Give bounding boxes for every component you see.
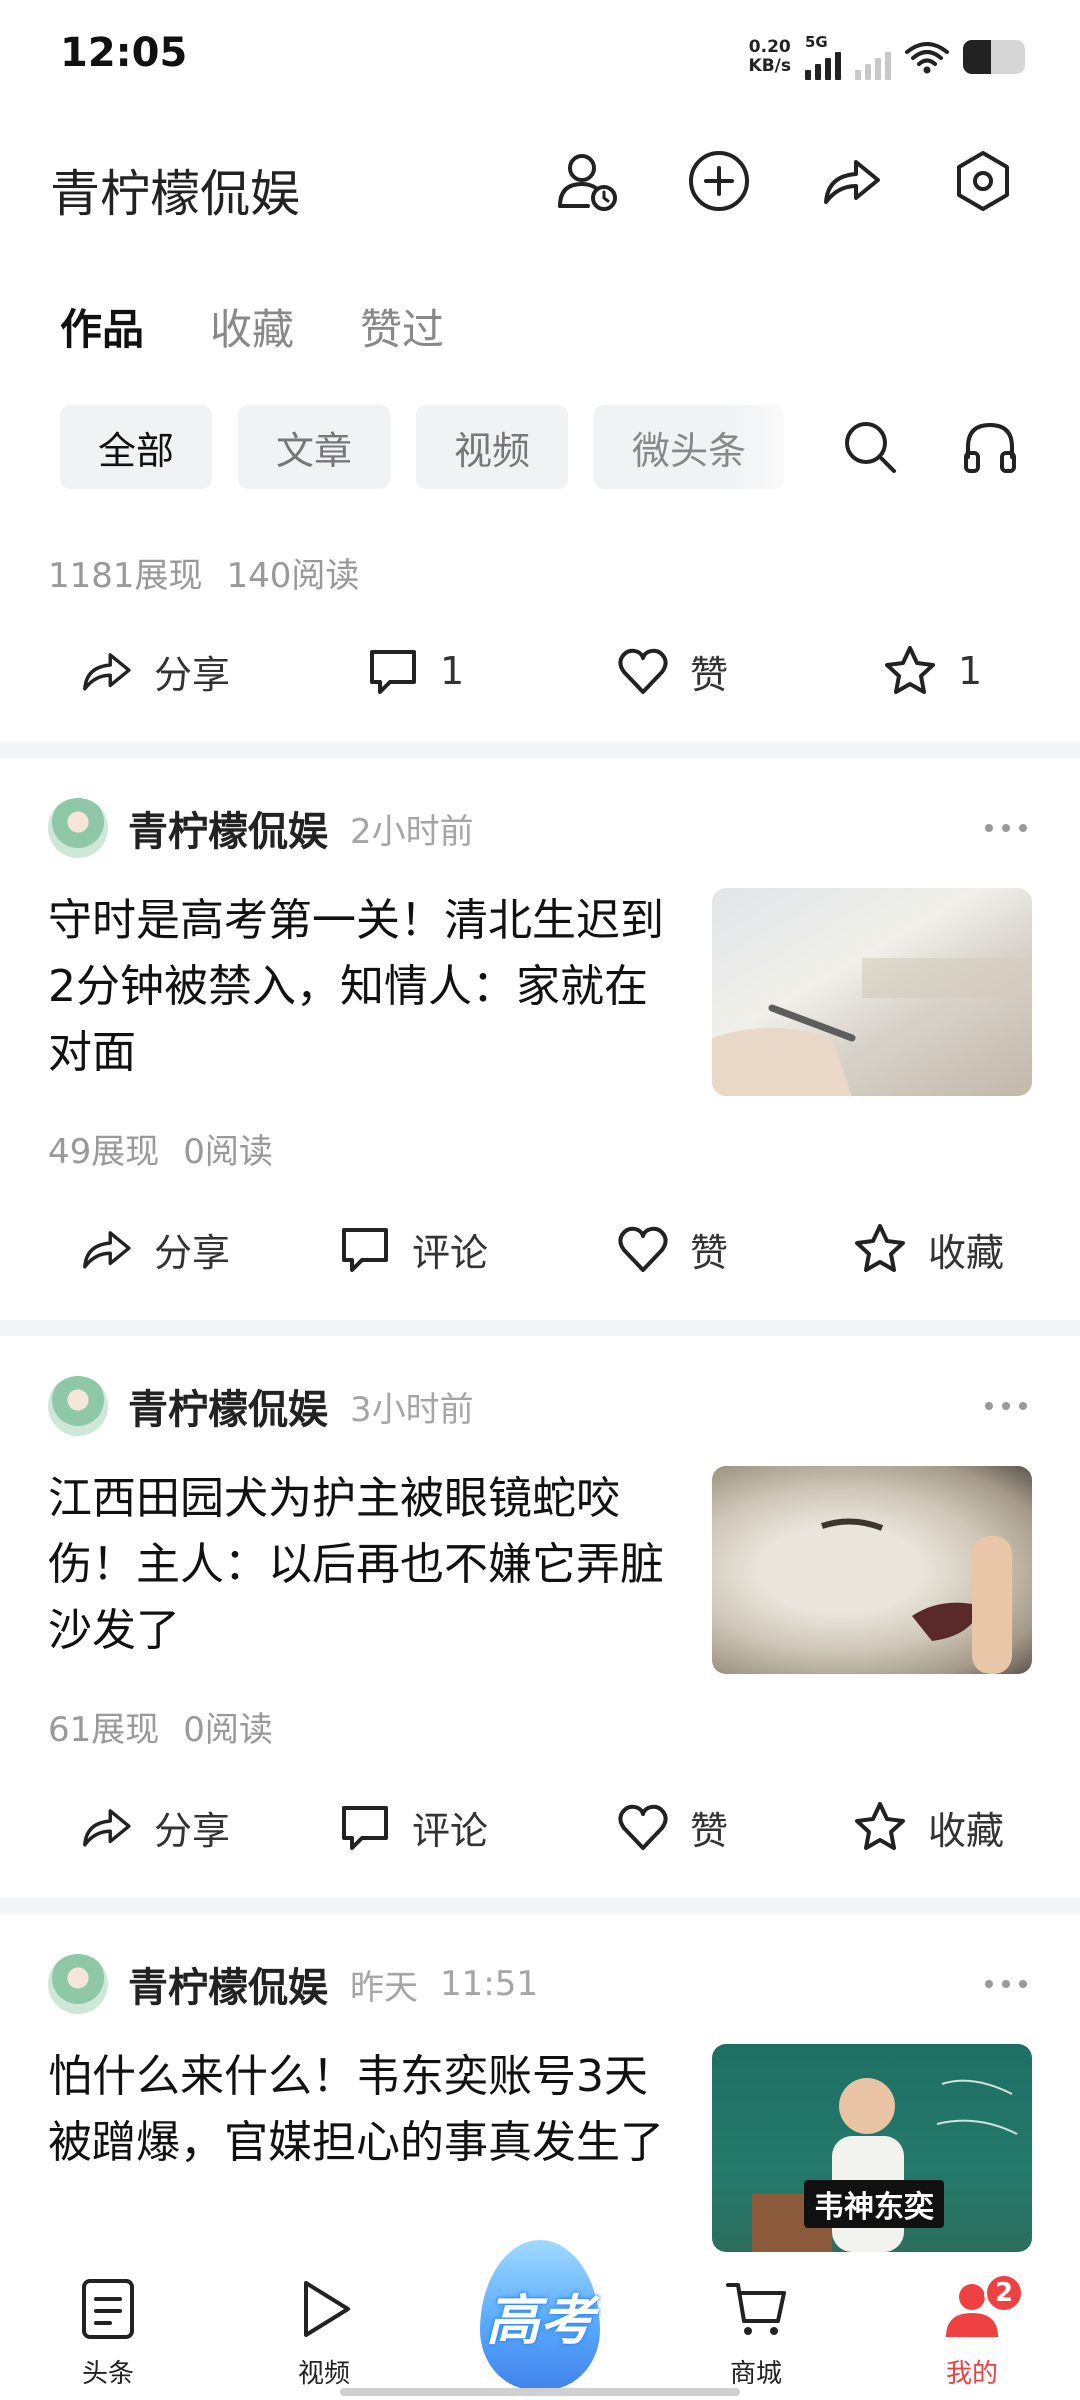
post-thumbnail[interactable]	[712, 1466, 1032, 1674]
tab-collections[interactable]: 收藏	[210, 296, 294, 357]
network-speed: 0.20 KB/s	[748, 37, 791, 76]
profile-name: 青柠檬侃娱	[50, 165, 300, 223]
post-author-row[interactable]: 青柠檬侃娱 3小时前	[48, 1374, 474, 1438]
nav-video[interactable]: 视频	[254, 2255, 394, 2400]
thumbnail-caption: 韦神东奕	[804, 2180, 944, 2228]
comment-icon	[370, 650, 416, 694]
post-author-row[interactable]: 青柠檬侃娱 昨天 11:51	[48, 1952, 538, 2016]
star-icon	[855, 1224, 905, 1272]
tab-liked[interactable]: 赞过	[360, 296, 444, 357]
home-indicator[interactable]	[340, 2388, 740, 2396]
comment-icon	[342, 1228, 388, 1272]
filter-articles[interactable]: 文章	[238, 405, 391, 489]
cart-icon	[721, 2269, 791, 2349]
star-icon	[855, 1802, 905, 1850]
post-stats: 61展现 0阅读	[48, 1710, 273, 1750]
signal-5g-icon: 5G	[805, 34, 841, 80]
comment-button[interactable]: 评论	[338, 1782, 488, 1872]
favorite-button[interactable]: 收藏	[852, 1204, 1004, 1294]
filter-micro-posts[interactable]: 微头条	[594, 405, 785, 489]
visitor-history-icon[interactable]	[552, 146, 622, 216]
post-actions: 分享 评论 赞 收藏	[0, 1204, 1080, 1294]
post-title[interactable]: 怕什么来什么！韦东奕账号3天被蹭爆，官媒担心的事真发生了	[48, 2044, 678, 2176]
heart-icon	[618, 648, 668, 694]
settings-hexagon-icon[interactable]	[948, 146, 1018, 216]
signal-secondary-icon: _	[855, 34, 891, 80]
play-icon	[289, 2269, 359, 2349]
battery-icon	[963, 40, 1025, 74]
filter-all[interactable]: 全部	[60, 405, 213, 489]
share-button[interactable]: 分享	[78, 1782, 230, 1872]
share-button[interactable]: 分享	[78, 626, 230, 716]
post-author-row[interactable]: 青柠檬侃娱 2小时前	[48, 796, 474, 860]
more-options-icon[interactable]	[976, 1386, 1036, 1426]
comment-icon	[342, 1806, 388, 1850]
post-stats: 49展现 0阅读	[48, 1132, 273, 1172]
filter-chips: 全部 文章 视频 微头条	[60, 405, 785, 489]
tab-works[interactable]: 作品	[60, 296, 144, 357]
section-divider	[0, 1898, 1080, 1914]
headphones-icon[interactable]	[955, 412, 1025, 482]
post-title[interactable]: 江西田园犬为护主被眼镜蛇咬伤！主人：以后再也不嫌它弄脏沙发了	[48, 1466, 678, 1664]
post-thumbnail[interactable]: 韦神东奕	[712, 2044, 1032, 2252]
nav-headlines[interactable]: 头条	[38, 2255, 178, 2400]
post-thumbnail[interactable]	[712, 888, 1032, 1096]
star-icon	[885, 646, 935, 694]
notification-badge: 2	[984, 2273, 1024, 2313]
favorite-button[interactable]: 收藏	[852, 1782, 1004, 1872]
nav-me[interactable]: 我的 2	[902, 2255, 1042, 2400]
post-actions: 分享 评论 赞 收藏	[0, 1782, 1080, 1872]
more-options-icon[interactable]	[976, 1964, 1036, 2004]
more-options-icon[interactable]	[976, 808, 1036, 848]
like-button[interactable]: 赞	[616, 1782, 728, 1872]
add-circle-icon[interactable]	[684, 146, 754, 216]
nav-mall[interactable]: 商城	[686, 2255, 826, 2400]
post-title[interactable]: 守时是高考第一关！清北生迟到2分钟被禁入，知情人：家就在对面	[48, 888, 678, 1086]
share-icon[interactable]	[816, 146, 886, 216]
like-button[interactable]: 赞	[616, 1204, 728, 1294]
post-actions: 分享 1 赞 1	[0, 626, 1080, 716]
section-divider	[0, 742, 1080, 758]
avatar[interactable]	[48, 798, 108, 858]
share-icon	[83, 1231, 131, 1269]
comment-button[interactable]: 评论	[338, 1204, 488, 1294]
post-stats: 1181展现 140阅读	[48, 556, 360, 596]
gaokao-center-button[interactable]: 高考	[470, 2240, 610, 2390]
profile-header: 青柠檬侃娱	[0, 130, 1080, 230]
section-divider	[0, 1320, 1080, 1336]
comment-button[interactable]: 1	[366, 626, 464, 716]
content-tabs: 作品 收藏 赞过	[60, 296, 444, 357]
filter-videos[interactable]: 视频	[416, 405, 569, 489]
share-button[interactable]: 分享	[78, 1204, 230, 1294]
news-doc-icon	[73, 2269, 143, 2349]
status-icons: 0.20 KB/s 5G _	[749, 34, 1025, 80]
avatar[interactable]	[48, 1954, 108, 2014]
share-icon	[83, 1809, 131, 1847]
like-button[interactable]: 赞	[616, 626, 728, 716]
avatar[interactable]	[48, 1376, 108, 1436]
share-icon	[83, 653, 131, 691]
heart-icon	[618, 1804, 668, 1850]
wifi-icon	[905, 42, 949, 74]
favorite-button[interactable]: 1	[882, 626, 982, 716]
search-icon[interactable]	[835, 412, 905, 482]
status-bar: 12:05 0.20 KB/s 5G _	[0, 0, 1080, 110]
heart-icon	[618, 1226, 668, 1272]
status-time: 12:05	[60, 30, 188, 76]
